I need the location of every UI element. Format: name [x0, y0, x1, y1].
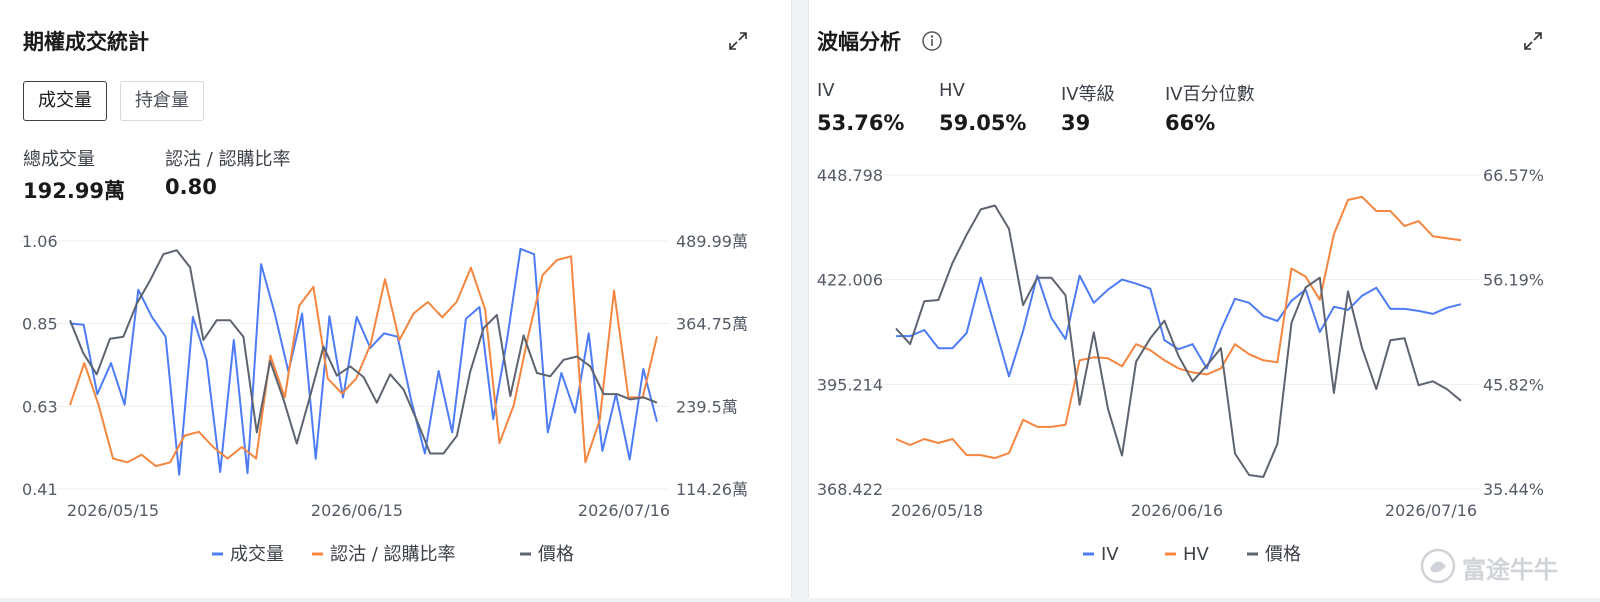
- y-left-tick-label: 0.85: [22, 315, 58, 334]
- y-right-tick-label: 66.57%: [1483, 166, 1544, 185]
- x-tick-label: 2026/05/18: [891, 501, 983, 520]
- y-right-tick-label: 489.99萬: [676, 232, 748, 251]
- y-right-tick-label: 114.26萬: [676, 480, 748, 499]
- x-tick-label: 2026/06/16: [1131, 501, 1223, 520]
- futu-logo-icon: [1420, 548, 1456, 584]
- y-right-tick-label: 56.19%: [1483, 271, 1544, 290]
- y-left-tick-label: 0.63: [22, 397, 58, 416]
- x-tick-label: 2026/07/16: [1385, 501, 1477, 520]
- futu-watermark: 富途牛牛: [1420, 548, 1590, 584]
- option-volume-card: 期權成交統計 成交量 持倉量 總成交量 192.99萬 認沽 / 認購比率 0.…: [0, 0, 792, 598]
- x-tick-label: 2026/07/16: [578, 501, 670, 520]
- y-left-tick-label: 1.06: [22, 232, 58, 251]
- y-left-tick-label: 395.214: [817, 375, 883, 394]
- legend-label: 價格: [1265, 544, 1301, 565]
- y-left-tick-label: 368.422: [817, 480, 883, 499]
- volume-chart: 1.06 489.99萬 0.85 364.75萬 0.63 239.5萬 0.41 114.…: [20, 232, 748, 565]
- y-left-tick-label: 448.798: [817, 166, 883, 185]
- volatility-chart: 448.798 66.57% 422.006 56.19% 395.214 45.82% 3…: [817, 166, 1544, 565]
- y-right-tick-label: 364.75萬: [676, 315, 748, 334]
- series-line: [896, 274, 1462, 378]
- watermark-text: 富途牛牛: [1462, 556, 1558, 584]
- series-line: [69, 249, 658, 455]
- y-right-tick-label: 45.82%: [1483, 375, 1544, 394]
- y-left-tick-label: 0.41: [22, 480, 58, 499]
- y-right-tick-label: 239.5萬: [676, 397, 738, 416]
- legend-label: 價格: [538, 544, 574, 565]
- legend-label: HV: [1183, 544, 1210, 565]
- y-right-tick-label: 35.44%: [1483, 480, 1544, 499]
- series-line: [69, 255, 658, 468]
- legend-label: 成交量: [230, 544, 284, 565]
- series-line: [895, 195, 1462, 460]
- legend-label: 認沽 / 認購比率: [330, 544, 456, 565]
- volatility-card: 波幅分析 IV 53.76% HV 59.05% IV等級 39 IV百分位數 …: [808, 0, 1600, 598]
- x-tick-label: 2026/06/15: [311, 501, 403, 520]
- legend-label: IV: [1101, 544, 1119, 565]
- x-tick-label: 2026/05/15: [67, 501, 159, 520]
- y-left-tick-label: 422.006: [817, 271, 883, 290]
- series-line: [895, 204, 1462, 478]
